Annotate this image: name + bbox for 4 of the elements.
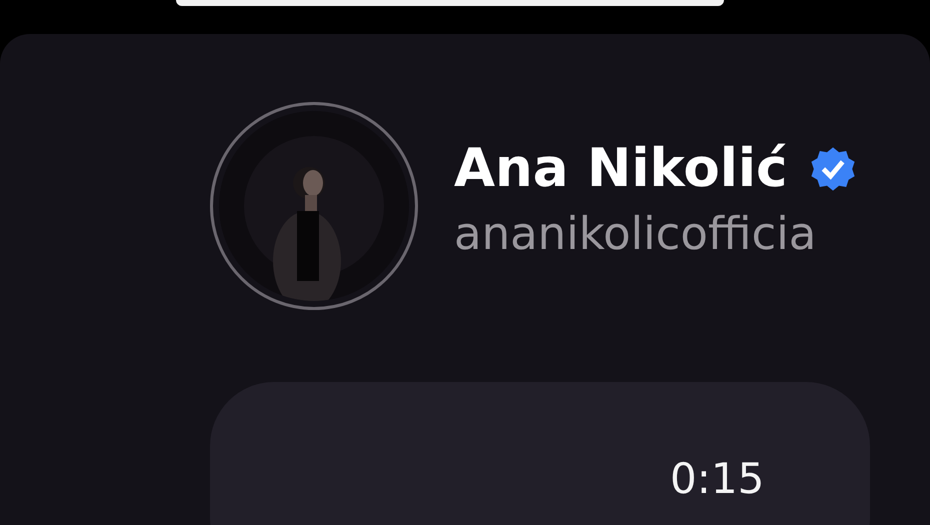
voice-message-card[interactable]: 0:15 [210,382,870,525]
voice-duration: 0:15 [670,454,764,503]
profile-name: Ana Nikolić [454,138,788,199]
profile-handle: ananikolicofficia [454,207,818,260]
